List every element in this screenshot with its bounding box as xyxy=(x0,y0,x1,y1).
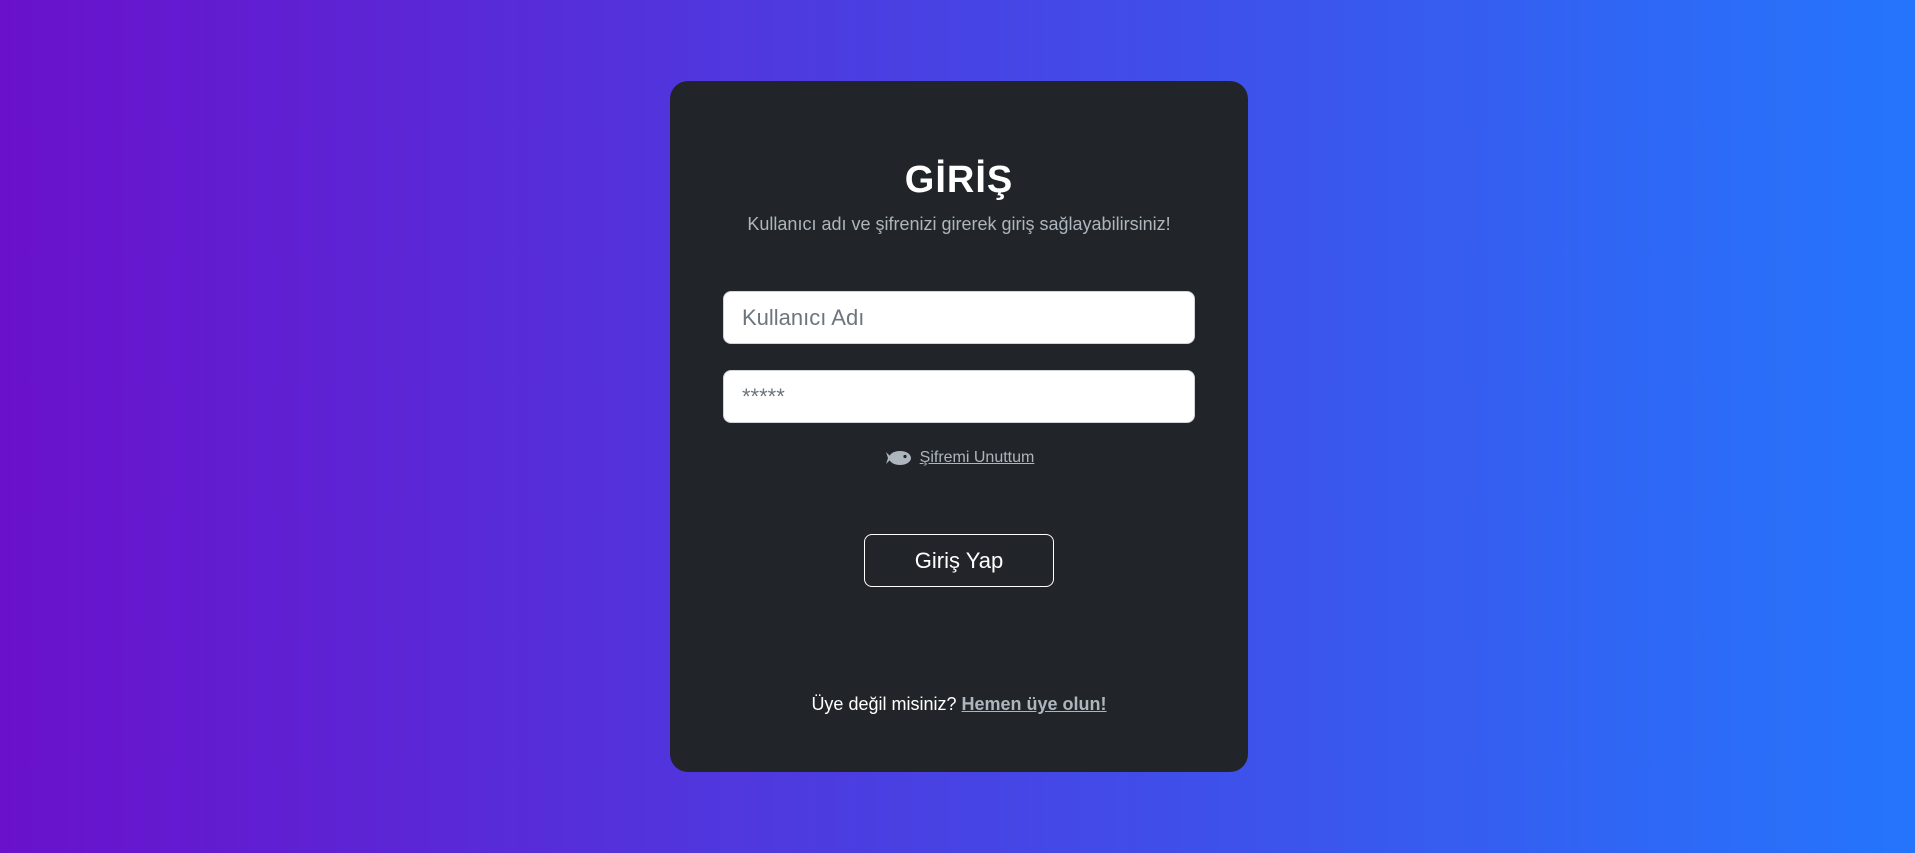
login-button[interactable]: Giriş Yap xyxy=(864,534,1054,587)
forgot-password-row: Şifremi Unuttum xyxy=(670,449,1248,467)
fish-icon xyxy=(884,449,912,467)
login-card: GİRİŞ Kullanıcı adı ve şifrenizi girerek… xyxy=(670,81,1248,772)
forgot-password-link[interactable]: Şifremi Unuttum xyxy=(920,449,1035,467)
page-title: GİRİŞ xyxy=(904,159,1014,201)
signup-row: Üye değil misiniz? Hemen üye olun! xyxy=(670,694,1248,715)
signup-link[interactable]: Hemen üye olun! xyxy=(962,694,1107,714)
page-subtitle: Kullanıcı adı ve şifrenizi girerek giriş… xyxy=(747,214,1171,234)
username-input[interactable] xyxy=(723,291,1195,344)
password-input[interactable] xyxy=(723,370,1195,423)
signup-prompt: Üye değil misiniz? xyxy=(811,694,957,714)
